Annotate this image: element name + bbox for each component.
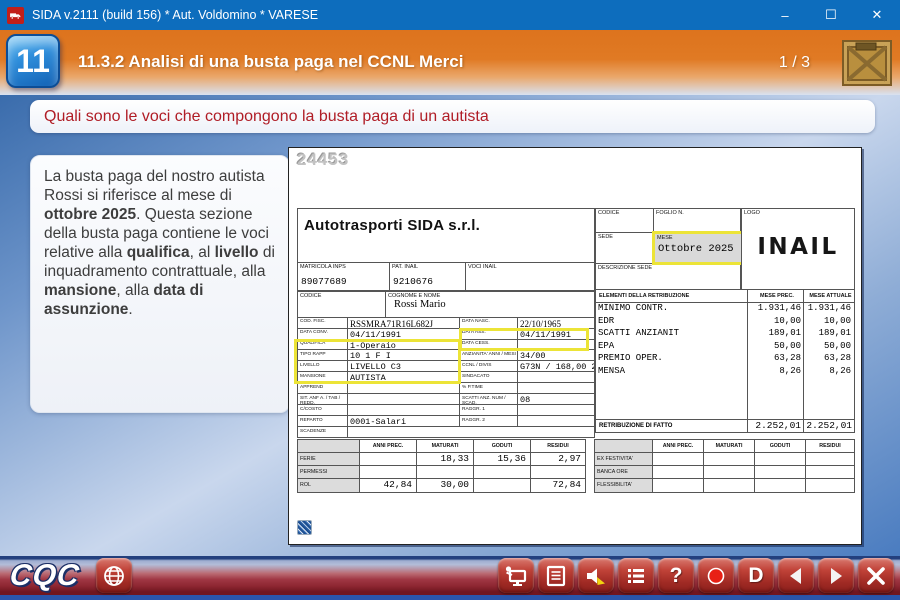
payslip-personal-row: REPARTO 0001-Salari RAGGR. 2 — [298, 416, 594, 428]
bottom-table-row: EX FESTIVITA' — [595, 453, 854, 466]
personal-rows: COD. FISC. RSSMRA71R16L682J DATA NASC. 22/1… — [298, 317, 594, 437]
lesson-title: 11.3.2 Analisi di una busta paga nel CCN… — [78, 52, 464, 71]
stamp-icon — [297, 520, 312, 535]
retribuzione-table: ELEMENTI DELLA RETRIBUZIONE MESE PREC. M… — [595, 289, 855, 433]
lesson-header: 11 11.3.2 Analisi di una busta paga nel … — [0, 30, 900, 95]
page-indicator: 1 / 3 — [778, 54, 810, 71]
minimize-button[interactable]: – — [762, 0, 808, 30]
record-button[interactable] — [698, 558, 734, 593]
prev-button[interactable] — [778, 558, 814, 593]
close-icon — [867, 566, 885, 585]
payslip-image: 24453 Autotrasporti SIDA s.r.l. MATRICOL… — [288, 147, 862, 545]
chapter-badge-icon: 11 — [6, 34, 60, 88]
payslip-personal-row: APPREND% P.TIME — [298, 383, 594, 395]
description-panel: La busta paga del nostro autista Rossi s… — [30, 155, 290, 413]
cqc-logo: CQC — [8, 558, 82, 592]
retribuzione-row: MINIMO CONTR. 1.931,46 1.931,46 — [598, 303, 851, 313]
payslip-personal-row: SIT. ANF a. / tab / redd. SCATTI ANZ. num… — [298, 394, 594, 406]
window-title: SIDA v.2111 (build 156) * Aut. Voldomino… — [32, 8, 319, 22]
app-truck-icon — [7, 6, 24, 24]
d-button[interactable]: D — [738, 558, 774, 593]
title-bar: SIDA v.2111 (build 156) * Aut. Voldomino… — [0, 0, 900, 30]
company-name-cell: Autotrasporti SIDA s.r.l. — [297, 208, 595, 263]
inail-logo-cell: LOGO INAIL — [741, 208, 855, 291]
help-button-glyph: ? — [669, 564, 683, 587]
record-icon — [707, 567, 725, 584]
retribuzione-row: EDR 10,00 10,00 — [598, 315, 851, 326]
payslip-personal-row: QUALIFICA 1-Operaio DATA CESS. — [298, 339, 594, 351]
audio-button[interactable] — [578, 558, 614, 593]
sede-mese-block: CODICE FOGLIO N. SEDE MESE Ottobre 2025 … — [595, 208, 744, 291]
payslip-personal-row: C/COSTO RAGGR. 1 — [298, 405, 594, 417]
ferie-table: ANNI PREC. MATURATI GODUTI RESIDUI FERIE 18,3… — [297, 439, 586, 493]
description-text: La busta paga del nostro autista Rossi s… — [44, 168, 275, 319]
crate-icon — [842, 38, 892, 86]
payslip-personal-row: DATA CONV. 04/11/1991 DATA ASS. 04/11/1991 — [298, 328, 594, 340]
payslip-personal-row: TIPO RAPP 10 1 F I ANZIANITA' anni / mesi 3… — [298, 350, 594, 362]
presenter-icon — [505, 565, 527, 586]
close-button[interactable] — [858, 558, 894, 593]
globe-icon — [103, 565, 124, 586]
question-bar: Quali sono le voci che compongono la bus… — [30, 100, 875, 133]
payslip-personal-row: COD. FISC. RSSMRA71R16L682J DATA NASC. 22/1… — [298, 317, 594, 329]
mese-highlight-cell: MESE Ottobre 2025 — [652, 231, 744, 265]
payslip-watermark: 24453 — [297, 150, 350, 169]
inps-inail-row: MATRICOLA INPS 89077689 PAT. INAIL 9210676… — [297, 262, 595, 291]
prev-icon — [790, 567, 801, 584]
content-area: Quali sono le voci che compongono la bus… — [0, 95, 900, 556]
festivita-table: ANNI PREC. MATURATI GODUTI RESIDUI EX FESTIV… — [594, 439, 855, 493]
presenter-button[interactable] — [498, 558, 534, 593]
d-button-glyph: D — [748, 564, 764, 587]
help-button[interactable]: ? — [658, 558, 694, 593]
retribuzione-row: EPA 50,00 50,00 — [598, 340, 851, 351]
bottom-table-row: ROL 42,84 30,00 72,84 — [298, 479, 581, 492]
bottom-table-row: FLESSIBILITA' — [595, 479, 854, 492]
inail-logo: INAIL — [757, 234, 839, 261]
close-window-button[interactable]: ✕ — [854, 0, 900, 30]
next-button[interactable] — [818, 558, 854, 593]
maximize-button[interactable]: ☐ — [808, 0, 854, 30]
bottom-table-row: FERIE 18,33 15,36 2,97 — [298, 453, 585, 466]
payslip-personal-row: SCADENZE — [298, 427, 594, 437]
retribuzione-row: MENSA 8,26 8,26 — [598, 365, 851, 376]
audio-icon — [587, 568, 605, 585]
bottom-toolbar: CQC ? D — [0, 556, 900, 600]
application-window: SIDA v.2111 (build 156) * Aut. Voldomino… — [0, 0, 900, 600]
retribuzione-rows: MINIMO CONTR. 1.931,46 1.931,46 EDR 10,00 10,… — [596, 303, 854, 419]
bottom-table-row: PERMESSI — [298, 466, 585, 479]
retribuzione-row: SCATTI ANZIANIT 189,01 189,01 — [598, 328, 851, 338]
index-button[interactable] — [618, 558, 654, 593]
payslip-personal-row: MANSIONE AUTISTA SINDACATO — [298, 372, 594, 384]
globe-button[interactable] — [95, 558, 132, 593]
next-icon — [831, 567, 842, 584]
document-button[interactable] — [538, 558, 574, 593]
document-icon — [546, 565, 566, 586]
payslip-personal-row: LIVELLO LIVELLO C3 CCNL / DIVIS G73N / 168,… — [298, 361, 594, 373]
personal-data-table: CODICE COGNOME E NOME Rossi Mario COD. F… — [297, 291, 595, 438]
bottom-table-row: BANCA ORE — [595, 466, 854, 479]
retribuzione-row: PREMIO OPER. 63,28 63,28 — [598, 353, 851, 363]
index-icon — [628, 568, 644, 583]
